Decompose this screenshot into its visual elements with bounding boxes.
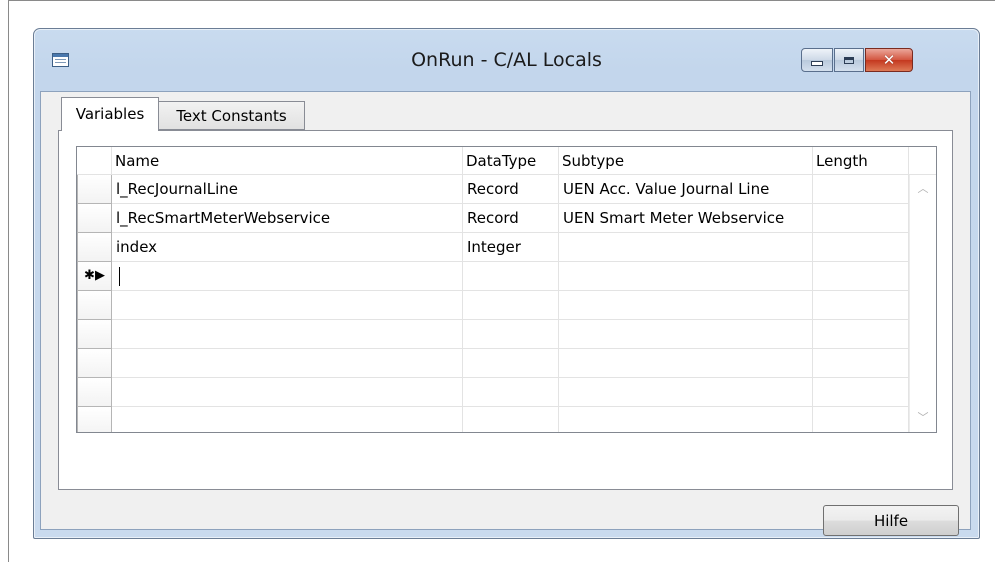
table-row[interactable] <box>112 349 909 378</box>
close-icon: ✕ <box>882 50 896 69</box>
cell-datatype[interactable] <box>463 378 559 406</box>
variables-grid: Name DataType Subtype Length ✱▶ l_RecJou… <box>76 146 937 433</box>
title-bar[interactable]: OnRun - C/AL Locals ✕ <box>34 29 979 91</box>
cell-length[interactable] <box>813 407 909 432</box>
row-selector[interactable] <box>77 320 112 349</box>
cell-datatype[interactable] <box>463 262 559 290</box>
cell-name[interactable] <box>112 320 463 348</box>
cell-length[interactable] <box>813 320 909 348</box>
cell-subtype[interactable] <box>559 291 813 319</box>
cell-subtype[interactable] <box>559 320 813 348</box>
table-row[interactable]: index Integer <box>112 233 909 262</box>
cell-name[interactable] <box>112 407 463 432</box>
cell-subtype[interactable]: UEN Acc. Value Journal Line <box>559 175 813 203</box>
cell-datatype[interactable]: Integer <box>463 233 559 261</box>
cell-name[interactable] <box>112 291 463 319</box>
variables-panel: Name DataType Subtype Length ✱▶ l_RecJou… <box>58 130 953 490</box>
cell-subtype[interactable] <box>559 349 813 377</box>
cell-datatype[interactable] <box>463 407 559 432</box>
help-button[interactable]: Hilfe <box>823 505 959 536</box>
cell-length[interactable] <box>813 175 909 203</box>
scroll-down-icon[interactable]: ﹀ <box>910 408 936 428</box>
cell-name[interactable] <box>112 349 463 377</box>
row-selector[interactable] <box>77 378 112 407</box>
tab-label: Variables <box>75 104 145 123</box>
maximize-button[interactable] <box>834 48 864 72</box>
cell-datatype[interactable] <box>463 291 559 319</box>
table-row[interactable] <box>112 320 909 349</box>
tab-text-constants[interactable]: Text Constants <box>159 101 305 130</box>
table-row[interactable]: l_RecJournalLine Record UEN Acc. Value J… <box>112 175 909 204</box>
new-table-row[interactable] <box>112 262 909 291</box>
cell-name[interactable]: l_RecJournalLine <box>112 175 463 203</box>
maximize-icon <box>844 56 854 64</box>
column-header-length[interactable]: Length <box>813 147 909 174</box>
table-row[interactable]: l_RecSmartMeterWebservice Record UEN Sma… <box>112 204 909 233</box>
row-selector[interactable] <box>77 204 112 233</box>
cell-length[interactable] <box>813 262 909 290</box>
column-header-name[interactable]: Name <box>112 147 463 174</box>
tab-label: Text Constants <box>176 106 287 125</box>
cell-subtype[interactable] <box>559 262 813 290</box>
dialog-client-area: Variables Text Constants Name DataType S… <box>40 91 971 536</box>
cell-datatype[interactable]: Record <box>463 175 559 203</box>
header-selector-corner <box>77 147 112 174</box>
row-selector[interactable] <box>77 349 112 378</box>
cell-subtype[interactable] <box>559 407 813 432</box>
column-header-subtype[interactable]: Subtype <box>559 147 813 174</box>
scroll-up-icon[interactable]: ︿ <box>910 179 936 199</box>
cell-name[interactable]: l_RecSmartMeterWebservice <box>112 204 463 232</box>
cell-length[interactable] <box>813 233 909 261</box>
text-cursor <box>119 267 120 286</box>
tab-variables[interactable]: Variables <box>61 97 159 131</box>
cell-subtype[interactable]: UEN Smart Meter Webservice <box>559 204 813 232</box>
cell-name[interactable] <box>112 378 463 406</box>
table-row[interactable] <box>112 291 909 320</box>
cell-subtype[interactable] <box>559 378 813 406</box>
table-row[interactable] <box>112 378 909 407</box>
cell-subtype[interactable] <box>559 233 813 261</box>
cell-datatype[interactable] <box>463 320 559 348</box>
minimize-button[interactable] <box>801 48 833 72</box>
row-selector[interactable] <box>77 407 112 432</box>
cell-name[interactable]: index <box>112 233 463 261</box>
column-header-datatype[interactable]: DataType <box>463 147 559 174</box>
close-button[interactable]: ✕ <box>865 48 913 72</box>
cell-length[interactable] <box>813 204 909 232</box>
row-selector[interactable] <box>77 175 112 204</box>
new-row-selector[interactable]: ✱▶ <box>77 262 112 291</box>
row-selector[interactable] <box>77 233 112 262</box>
dialog-window: OnRun - C/AL Locals ✕ Variables Text Con… <box>33 28 980 539</box>
cell-datatype[interactable]: Record <box>463 204 559 232</box>
cell-datatype[interactable] <box>463 349 559 377</box>
cell-length[interactable] <box>813 349 909 377</box>
cell-length[interactable] <box>813 291 909 319</box>
minimize-icon <box>811 61 823 66</box>
grid-header: Name DataType Subtype Length <box>77 147 936 175</box>
row-selector[interactable] <box>77 291 112 320</box>
cell-name-editing[interactable] <box>112 262 463 290</box>
table-row[interactable] <box>112 407 909 432</box>
vertical-scrollbar[interactable]: ︿ ﹀ <box>909 175 936 432</box>
cell-length[interactable] <box>813 378 909 406</box>
